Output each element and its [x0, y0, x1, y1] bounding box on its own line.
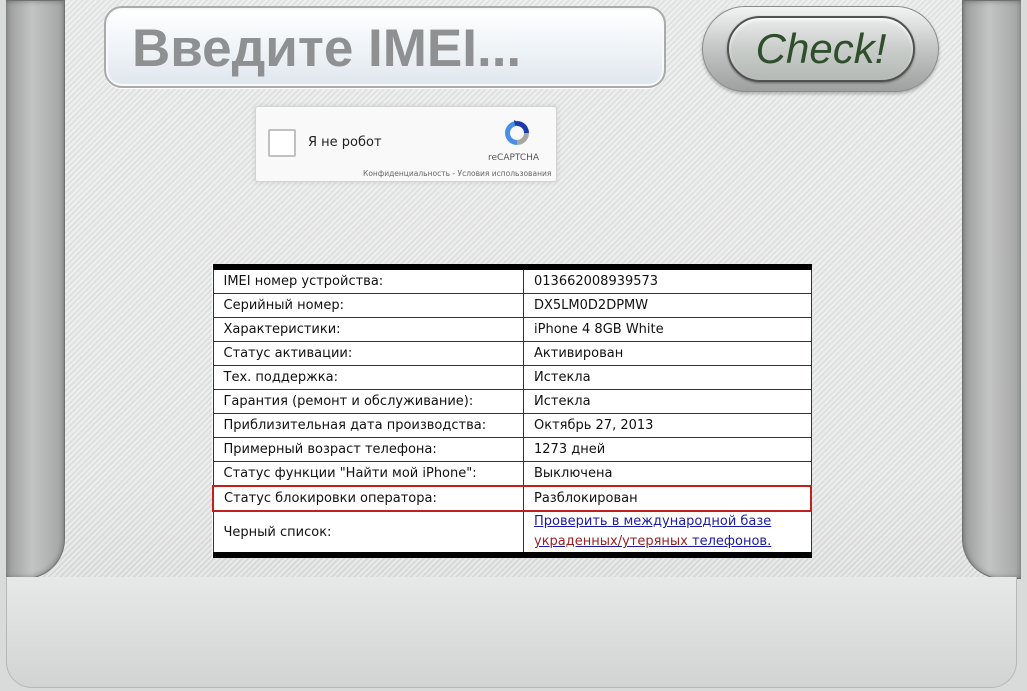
row-value: 013662008939573 [523, 266, 812, 294]
table-row: Характеристики: iPhone 4 8GB White [212, 317, 812, 342]
recaptcha-terms: Конфиденциальность - Условия использован… [363, 169, 551, 178]
row-label: Тех. поддержка: [212, 365, 524, 390]
blacklist-check-link[interactable]: Проверить в международной базе украденных… [534, 514, 771, 549]
table-row: Статус функции "Найти мой iPhone": Выклю… [212, 461, 812, 486]
row-value: Разблокирован [523, 485, 812, 512]
recaptcha-logo-icon [505, 120, 529, 145]
row-label: Черный список: [212, 510, 524, 555]
row-label: Серийный номер: [212, 293, 524, 318]
recaptcha-brand: reCAPTCHA [488, 153, 540, 163]
recaptcha-widget: Я не робот reCAPTCHA Конфиденциальность … [255, 106, 557, 182]
table-row: Примерный возраст телефона: 1273 дней [212, 437, 812, 462]
table-row: IMEI номер устройства: 013662008939573 [212, 266, 812, 294]
row-label: Статус блокировки оператора: [212, 485, 524, 512]
row-value: DX5LM0D2DPMW [523, 293, 812, 318]
check-button-frame: Check! [702, 6, 939, 92]
table-row: Статус активации: Активирован [212, 341, 812, 366]
recaptcha-terms-link[interactable]: Условия использования [458, 169, 552, 178]
recaptcha-privacy-link[interactable]: Конфиденциальность [363, 169, 450, 178]
row-label: Статус активации: [212, 341, 524, 366]
table-row: Приблизительная дата производства: Октяб… [212, 413, 812, 438]
table-row: Тех. поддержка: Истекла [212, 365, 812, 390]
table-row-highlighted: Статус блокировки оператора: Разблокиров… [212, 485, 812, 512]
row-label: Примерный возраст телефона: [212, 437, 524, 462]
row-value: 1273 дней [523, 437, 812, 462]
check-button[interactable]: Check! [727, 16, 915, 82]
row-value: iPhone 4 8GB White [523, 317, 812, 342]
table-row-blacklist: Черный список: Проверить в международной… [212, 510, 812, 555]
left-rail [6, 0, 65, 579]
recaptcha-checkbox[interactable] [268, 129, 296, 157]
table-row: Серийный номер: DX5LM0D2DPMW [212, 293, 812, 318]
blacklist-link-part2: украденных/утеряных [534, 534, 688, 549]
recaptcha-separator: - [450, 169, 458, 178]
row-value: Проверить в международной базе украденных… [523, 510, 812, 555]
right-rail [962, 0, 1021, 579]
row-value: Активирован [523, 341, 812, 366]
imei-input[interactable] [130, 16, 634, 80]
imei-input-frame [104, 6, 666, 88]
table-row: Гарантия (ремонт и обслуживание): Истекл… [212, 389, 812, 414]
row-label: Гарантия (ремонт и обслуживание): [212, 389, 524, 414]
row-value: Выключена [523, 461, 812, 486]
imei-results-table: IMEI номер устройства: 013662008939573 С… [212, 264, 812, 558]
row-value: Октябрь 27, 2013 [523, 413, 812, 438]
row-label: Характеристики: [212, 317, 524, 342]
row-label: Приблизительная дата производства: [212, 413, 524, 438]
row-value: Истекла [523, 389, 812, 414]
row-label: IMEI номер устройства: [212, 266, 524, 294]
recaptcha-label: Я не робот [308, 135, 382, 150]
blacklist-link-part3: телефонов. [687, 534, 772, 549]
row-label: Статус функции "Найти мой iPhone": [212, 461, 524, 486]
row-value: Истекла [523, 365, 812, 390]
blacklist-link-part1: Проверить в международной базе [534, 514, 772, 529]
bottom-band [6, 577, 1017, 688]
